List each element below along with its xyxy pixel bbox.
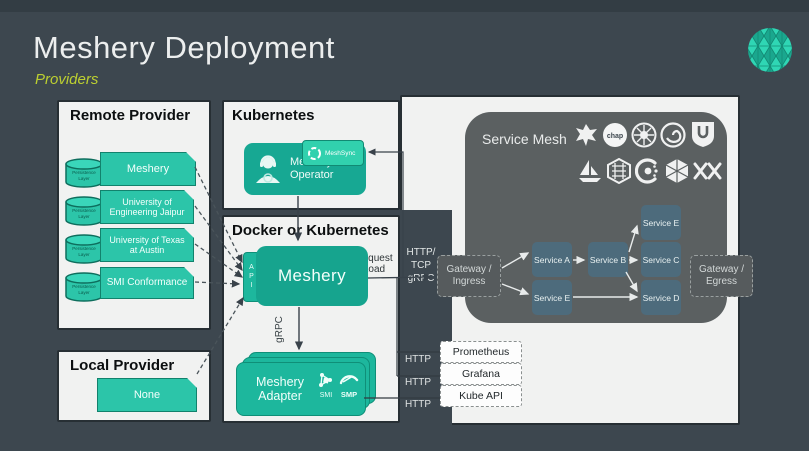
remote-provider-card-meshery: Meshery — [100, 152, 196, 186]
card-label: SMI Conformance — [107, 278, 188, 289]
endpoint-prometheus: Prometheus — [440, 341, 522, 363]
remote-provider-card-texas: University of Texas at Austin — [100, 228, 194, 262]
hex-mesh-logo-icon — [664, 158, 690, 184]
http-label: HTTP/ — [407, 247, 436, 258]
smi-smp-icons: SMI SMP — [313, 367, 361, 411]
card-label: None — [134, 389, 160, 401]
gateway-ingress-box: Gateway / Ingress — [437, 255, 501, 297]
kubernetes-title: Kubernetes — [232, 107, 315, 124]
adapter-label: Meshery Adapter — [247, 375, 313, 403]
meshery-adapter-box: Meshery Adapter SMI SMP — [236, 362, 366, 416]
local-provider-card-none: None — [97, 378, 197, 412]
smi-label: SMI — [320, 392, 333, 399]
cylinder-label: Layer — [78, 214, 90, 219]
smi-icon — [319, 373, 332, 387]
remote-provider-card-jaipur: University of Engineering Jaipur — [100, 190, 194, 224]
database-cylinder-icon: Persistence Layer — [64, 234, 104, 264]
database-cylinder-icon: Persistence Layer — [64, 196, 104, 226]
service-mesh-title: Service Mesh — [482, 131, 567, 147]
woven-cube-logo-icon — [606, 158, 632, 184]
http-edge-label: HTTP — [400, 354, 436, 365]
card-label: Meshery — [127, 163, 169, 175]
http-edge-label: HTTP — [400, 377, 436, 388]
top-strip — [0, 0, 809, 12]
meshsync-label: MeshSync — [325, 150, 355, 157]
service-e-bottom-box: Service E — [532, 280, 572, 315]
rosette-logo-icon — [631, 122, 657, 148]
meshsync-sync-icon — [307, 146, 322, 161]
slide: Meshery Deployment Providers Remote Prov… — [0, 0, 809, 451]
burst-logo-icon — [573, 122, 599, 148]
meshsync-box: MeshSync — [302, 140, 364, 166]
database-cylinder-icon: Persistence Layer — [64, 272, 104, 302]
gateway-egress-box: Gateway / Egress — [690, 255, 753, 297]
operator-headset-icon — [252, 153, 284, 185]
c-dots-logo-icon — [635, 158, 661, 184]
card-label: University of Engineering Jaipur — [105, 197, 189, 218]
sailboat-logo-icon — [577, 158, 603, 184]
meshery-logo-icon — [746, 26, 794, 74]
smp-label: SMP — [341, 390, 357, 399]
grpc-edge-label: gRPC — [274, 316, 285, 343]
cylinder-label: Persistence — [72, 246, 96, 251]
tcp-label: TCP — [411, 260, 431, 271]
service-e-top-box: Service E — [641, 205, 681, 240]
page-subtitle: Providers — [35, 71, 98, 88]
knot-logo-icon — [693, 160, 723, 182]
service-b-box: Service B — [588, 242, 628, 277]
docker-kubernetes-title: Docker or Kubernetes — [232, 222, 389, 239]
remote-provider-title: Remote Provider — [70, 107, 190, 124]
cylinder-label: Persistence — [72, 208, 96, 213]
remote-provider-card-smi: SMI Conformance — [100, 267, 194, 299]
http-edge-label: HTTP — [400, 399, 436, 410]
cylinder-label: Persistence — [72, 170, 96, 175]
smp-gauge-icon — [341, 376, 357, 383]
card-label: University of Texas at Austin — [105, 235, 189, 256]
chap-circle-logo-icon: chap — [602, 122, 628, 148]
endpoint-kube-api: Kube API — [440, 385, 522, 407]
spiral-logo-icon — [660, 122, 686, 148]
cylinder-label: Layer — [78, 176, 90, 181]
endpoint-grafana: Grafana — [440, 363, 522, 385]
service-c-box: Service C — [641, 242, 681, 277]
cylinder-label: Layer — [78, 290, 90, 295]
database-cylinder-icon: Persistence Layer — [64, 158, 104, 188]
shield-logo-icon — [690, 120, 716, 148]
service-d-box: Service D — [641, 280, 681, 315]
local-provider-title: Local Provider — [70, 357, 174, 374]
cylinder-label: Persistence — [72, 284, 96, 289]
meshery-box: Meshery — [256, 246, 368, 306]
cylinder-label: Layer — [78, 252, 90, 257]
service-a-box: Service A — [532, 242, 572, 277]
chap-label: chap — [607, 133, 623, 140]
grpc-label: gRPC — [408, 273, 435, 284]
http-tcp-grpc-label: HTTP/ TCP gRPC — [401, 246, 441, 285]
page-title: Meshery Deployment — [33, 30, 335, 66]
